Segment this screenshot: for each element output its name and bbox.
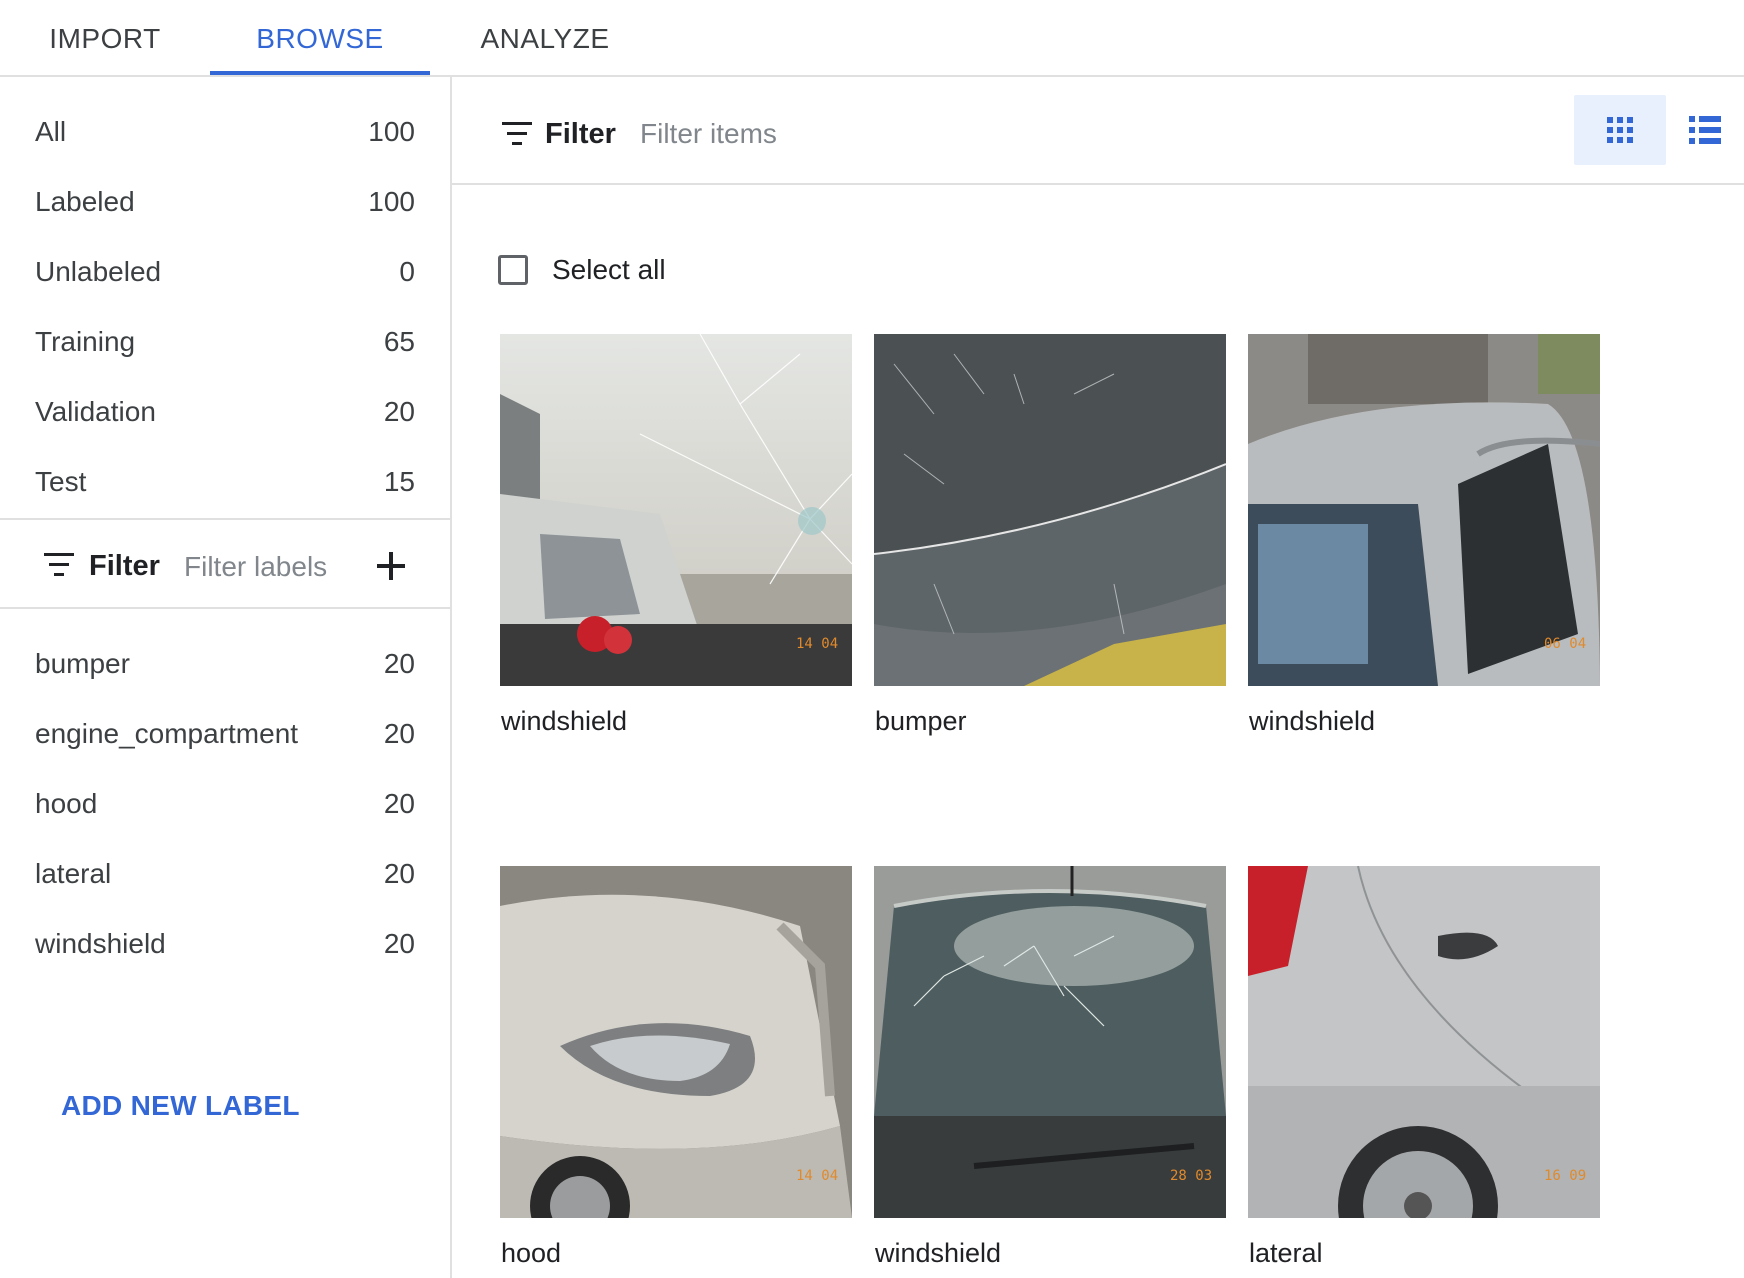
- label-item-hood[interactable]: hood 20: [0, 774, 450, 834]
- item-card[interactable]: 14 04 windshield: [500, 334, 852, 736]
- photo-date-stamp: 28 03: [1170, 1168, 1213, 1184]
- label-item-bumper[interactable]: bumper 20: [0, 634, 450, 694]
- item-label: lateral: [1249, 1238, 1323, 1268]
- filter-labels-input[interactable]: [182, 546, 366, 588]
- label-item-lateral[interactable]: lateral 20: [0, 844, 450, 904]
- split-label: Validation: [35, 396, 156, 427]
- photo-date-stamp: 14 04: [796, 1168, 839, 1184]
- split-training[interactable]: Training 65: [0, 312, 450, 372]
- item-thumbnail[interactable]: 28 03: [874, 866, 1226, 1218]
- filter-icon: [502, 122, 532, 146]
- split-test[interactable]: Test 15: [0, 452, 450, 512]
- label-count: 20: [383, 928, 415, 959]
- item-card[interactable]: 14 04 hood: [500, 866, 852, 1268]
- item-label: windshield: [875, 1238, 1002, 1268]
- split-count: 15: [383, 466, 415, 497]
- item-label: bumper: [875, 706, 967, 736]
- item-card[interactable]: 06 04 windshield: [1248, 334, 1600, 736]
- split-count: 100: [368, 116, 415, 147]
- top-tabs: IMPORT BROWSE ANALYZE: [0, 0, 1744, 77]
- label-count: 20: [383, 718, 415, 749]
- item-thumbnail[interactable]: [874, 334, 1226, 686]
- item-label: windshield: [1249, 706, 1376, 736]
- split-count: 20: [383, 396, 415, 427]
- label-name: bumper: [35, 648, 130, 679]
- split-label: All: [35, 116, 67, 147]
- photo-date-stamp: 14 04: [796, 636, 839, 652]
- filter-title: Filter: [89, 550, 160, 582]
- items-panel: Filter Select all: [452, 77, 1744, 1278]
- split-count: 65: [383, 326, 415, 357]
- split-label: Training: [35, 326, 136, 357]
- label-filter-bar: Filter: [0, 520, 450, 610]
- add-icon[interactable]: [376, 551, 406, 581]
- filter-icon: [44, 553, 74, 577]
- label-item-engine-compartment[interactable]: engine_compartment 20: [0, 704, 450, 764]
- label-name: engine_compartment: [35, 718, 299, 749]
- photo-date-stamp: 06 04: [1544, 636, 1587, 652]
- item-card[interactable]: bumper: [874, 334, 1226, 736]
- add-new-label-button[interactable]: ADD NEW LABEL: [61, 1090, 300, 1122]
- split-labeled[interactable]: Labeled 100: [0, 172, 450, 232]
- label-count: 20: [383, 788, 415, 819]
- tab-analyze[interactable]: ANALYZE: [470, 0, 620, 77]
- item-thumbnail[interactable]: 14 04: [500, 866, 852, 1218]
- list-icon: [1689, 116, 1721, 144]
- items-toolbar: Filter: [452, 77, 1744, 185]
- split-count: 100: [368, 186, 415, 217]
- select-all-checkbox[interactable]: [498, 255, 528, 285]
- item-thumbnail[interactable]: 16 09: [1248, 866, 1600, 1218]
- split-label: Labeled: [35, 186, 135, 217]
- label-item-windshield[interactable]: windshield 20: [0, 914, 450, 974]
- split-unlabeled[interactable]: Unlabeled 0: [0, 242, 450, 302]
- label-name: windshield: [35, 928, 166, 959]
- active-tab-indicator: [210, 71, 430, 75]
- tab-browse[interactable]: BROWSE: [210, 0, 430, 77]
- filter-items-input[interactable]: [638, 111, 1042, 157]
- split-label: Unlabeled: [35, 256, 162, 287]
- list-view-button[interactable]: [1666, 95, 1744, 165]
- split-validation[interactable]: Validation 20: [0, 382, 450, 442]
- item-thumbnail[interactable]: 06 04: [1248, 334, 1600, 686]
- label-name: lateral: [35, 858, 112, 889]
- label-count: 20: [383, 858, 415, 889]
- split-label: Test: [35, 466, 87, 497]
- select-all[interactable]: Select all: [498, 254, 666, 286]
- label-sidebar: All 100 Labeled 100 Unlabeled 0 Training…: [0, 77, 452, 1278]
- item-label: hood: [501, 1238, 562, 1268]
- grid-icon: [1607, 117, 1633, 143]
- tab-import[interactable]: IMPORT: [30, 0, 180, 77]
- split-count: 0: [399, 256, 415, 287]
- item-card[interactable]: 16 09 lateral: [1248, 866, 1600, 1268]
- filter-title: Filter: [545, 118, 616, 150]
- item-card[interactable]: 28 03 windshield: [874, 866, 1226, 1268]
- divider: [0, 607, 450, 609]
- label-name: hood: [35, 788, 98, 819]
- split-all[interactable]: All 100: [0, 102, 450, 162]
- grid-view-button[interactable]: [1574, 95, 1666, 165]
- item-label: windshield: [501, 706, 628, 736]
- item-thumbnail[interactable]: 14 04: [500, 334, 852, 686]
- select-all-label: Select all: [552, 254, 666, 285]
- label-count: 20: [383, 648, 415, 679]
- photo-date-stamp: 16 09: [1544, 1168, 1587, 1184]
